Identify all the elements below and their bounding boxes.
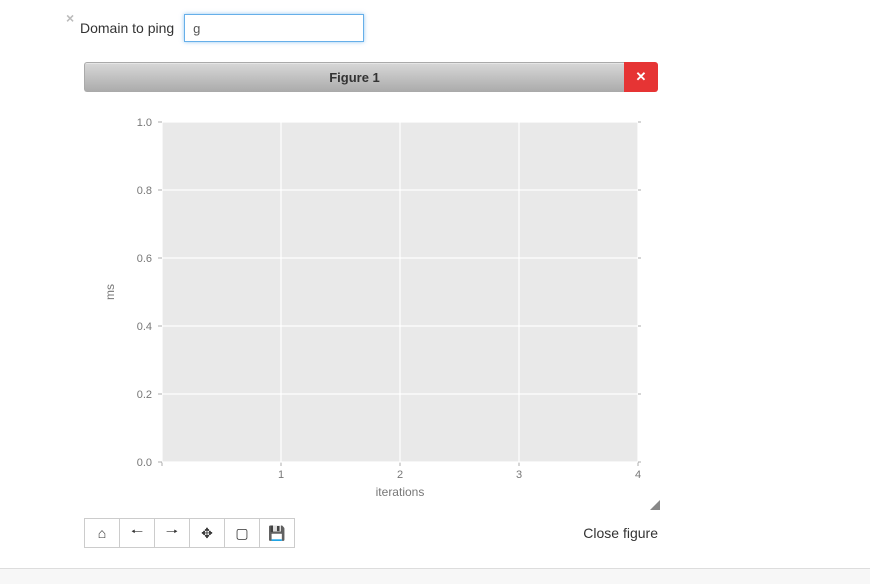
svg-text:ms: ms	[103, 284, 117, 300]
back-button[interactable]: 🠐	[119, 518, 155, 548]
close-figure-text[interactable]: Close figure	[583, 525, 658, 541]
chart-canvas: 1 2 3 4 0.0 0.2 0.4 0.6 0.8 1.0 iterations ms	[84, 92, 658, 512]
svg-text:0.0: 0.0	[137, 457, 152, 469]
svg-text:1.0: 1.0	[137, 117, 152, 129]
svg-text:2: 2	[397, 469, 403, 481]
zoom-rect-icon: ▢	[235, 525, 248, 542]
resize-grip-icon[interactable]	[650, 500, 660, 510]
svg-text:4: 4	[635, 469, 641, 481]
domain-form: Domain to ping	[80, 14, 870, 42]
svg-text:0.8: 0.8	[137, 185, 152, 197]
svg-text:0.4: 0.4	[137, 321, 152, 333]
arrow-left-icon: 🠐	[131, 521, 143, 545]
figure-title: Figure 1	[84, 62, 624, 92]
forward-button[interactable]: 🠒	[154, 518, 190, 548]
domain-label: Domain to ping	[80, 20, 174, 36]
svg-text:3: 3	[516, 469, 522, 481]
pan-button[interactable]: ✥	[189, 518, 225, 548]
move-icon: ✥	[201, 525, 213, 542]
page-separator	[0, 568, 870, 584]
arrow-right-icon: 🠒	[166, 521, 178, 545]
home-button[interactable]: ⌂	[84, 518, 120, 548]
figure-toolbar: ⌂ 🠐 🠒 ✥ ▢ 💾	[84, 518, 294, 548]
svg-text:0.6: 0.6	[137, 253, 152, 265]
home-icon: ⌂	[98, 525, 106, 541]
close-icon[interactable]: ×	[66, 10, 74, 26]
svg-text:0.2: 0.2	[137, 389, 152, 401]
domain-input[interactable]	[184, 14, 364, 42]
zoom-button[interactable]: ▢	[224, 518, 260, 548]
close-figure-button[interactable]: ✕	[624, 62, 658, 92]
save-button[interactable]: 💾	[259, 518, 295, 548]
figure-titlebar: Figure 1 ✕	[84, 62, 658, 92]
figure-panel: Figure 1 ✕ 1 2 3 4 0.0 0.2 0.4 0.6 0.8 1.0 iterati…	[84, 62, 658, 512]
svg-text:1: 1	[278, 469, 284, 481]
save-icon: 💾	[268, 525, 285, 542]
svg-text:iterations: iterations	[376, 485, 425, 499]
